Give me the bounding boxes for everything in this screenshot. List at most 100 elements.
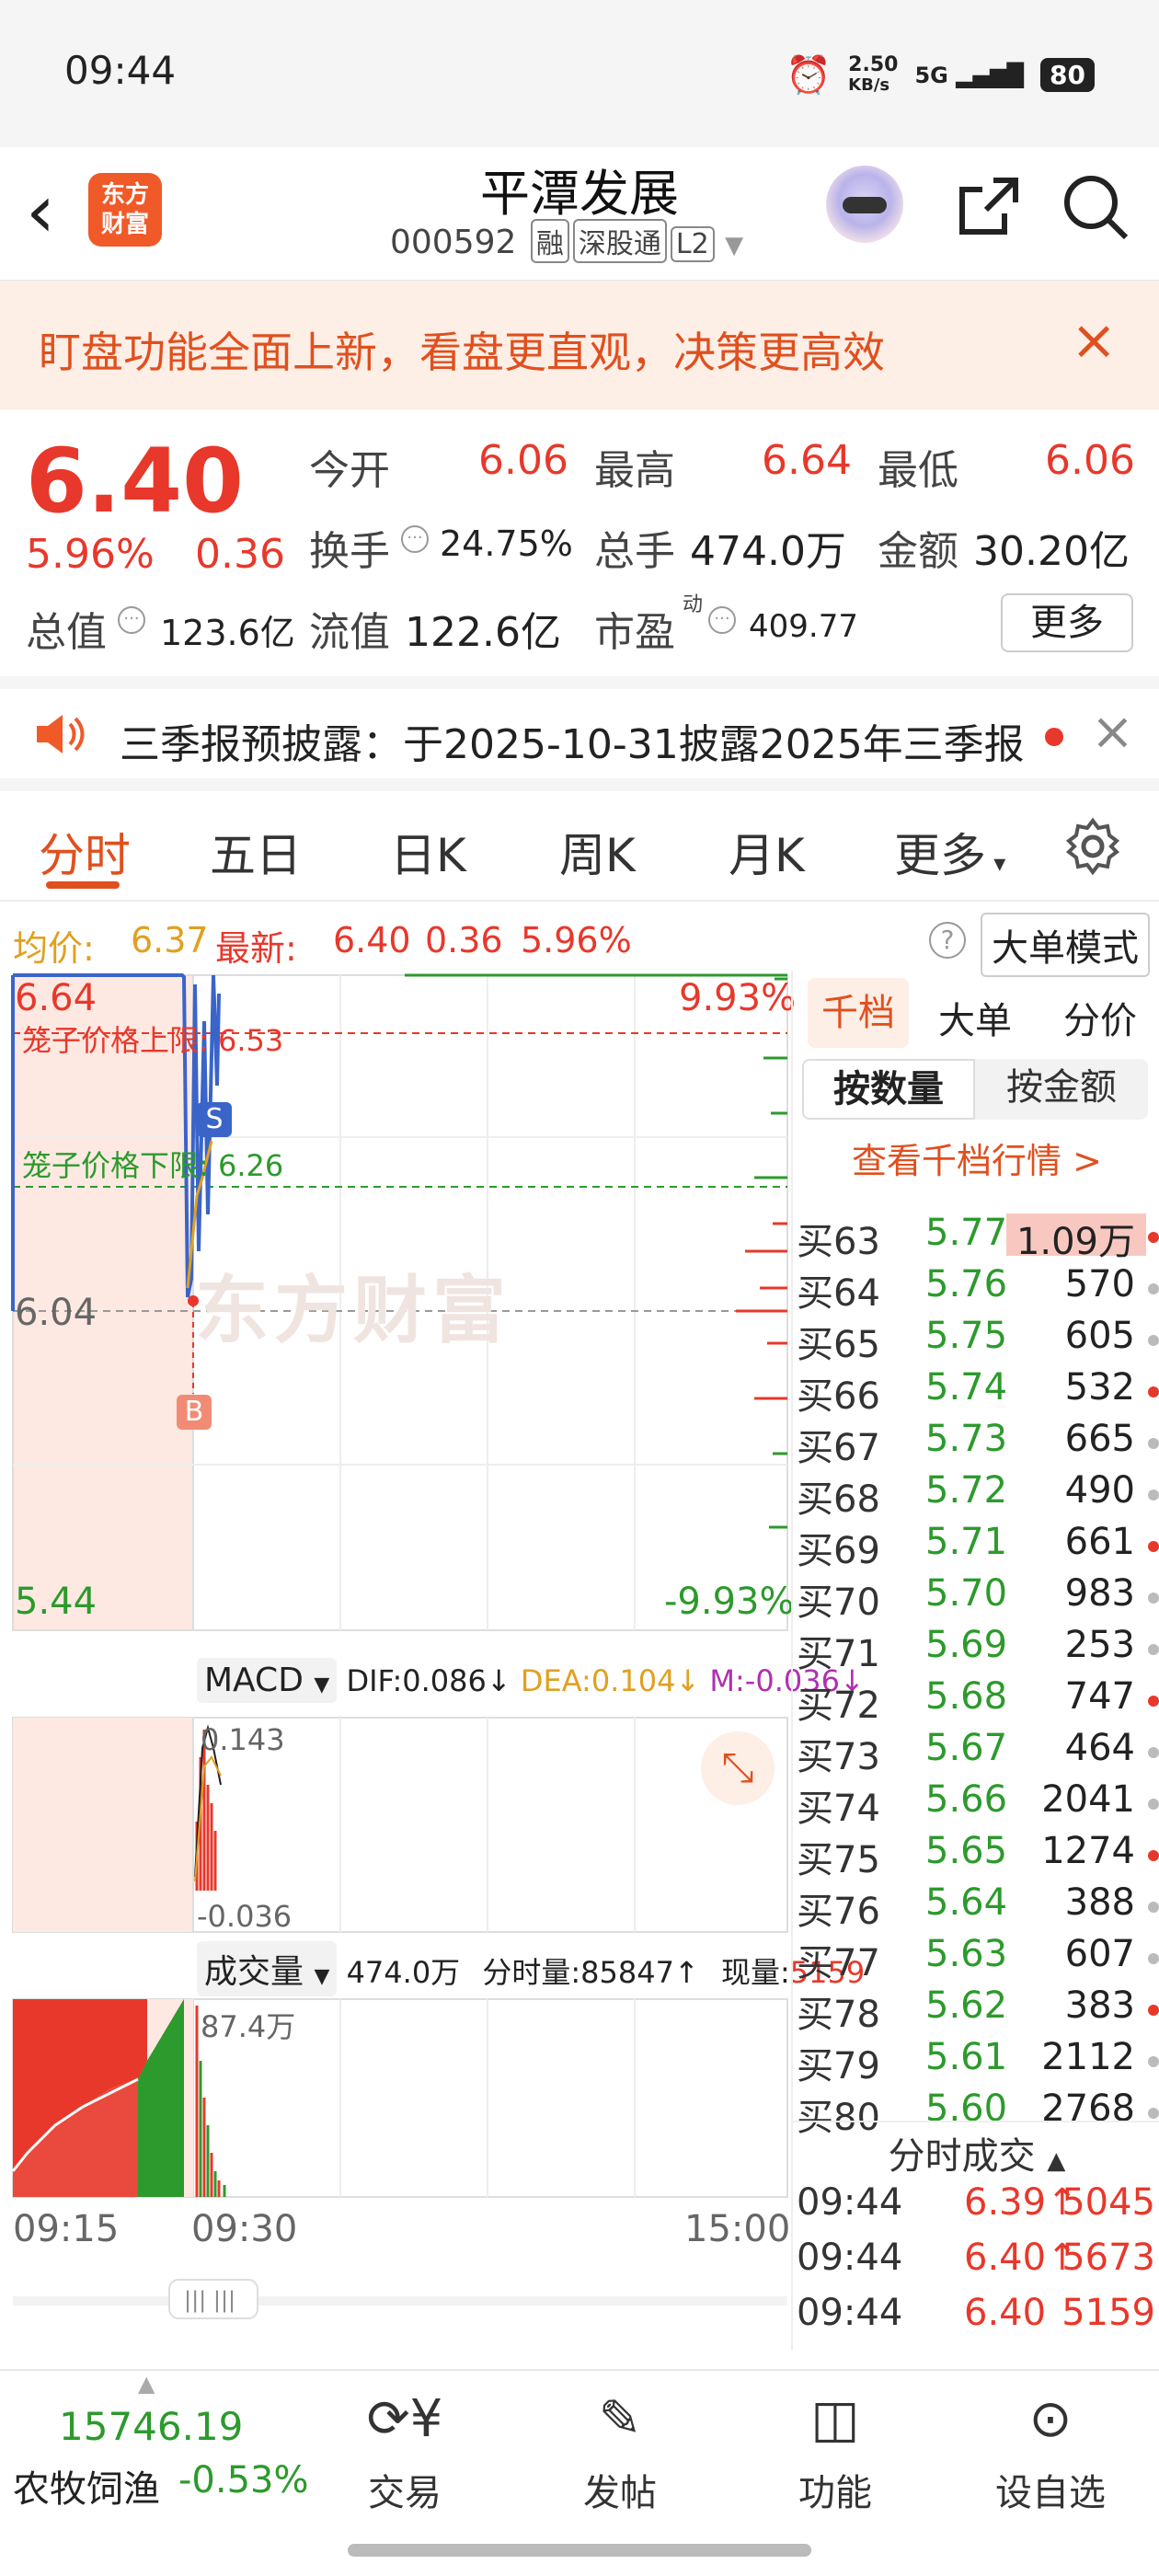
tab-more[interactable]: 更多 ▾	[894, 819, 1005, 885]
big-order-mode-button[interactable]: 大单模式	[981, 913, 1150, 977]
float-label: 流值	[309, 609, 390, 656]
notice-bar[interactable]: 三季报预披露：于2025-10-31披露2025年三季报 ×	[0, 676, 1159, 791]
order-dot	[1148, 2056, 1159, 2067]
bid-price: 5.64	[925, 1881, 1008, 1924]
signal-icon: 5G ▂▄▆█	[914, 62, 1025, 88]
svg-text:||| |||: ||| |||	[184, 2287, 235, 2313]
bid-price: 5.66	[925, 1778, 1008, 1821]
high-label: 最高	[594, 447, 675, 494]
open-label: 今开	[309, 447, 390, 494]
view-full-book-link[interactable]: 查看千档行情 >	[793, 1133, 1159, 1183]
info-icon[interactable]: ···	[708, 606, 736, 634]
bid-price: 5.74	[925, 1366, 1008, 1409]
nav-trade[interactable]: ⟳¥ 交易	[322, 2389, 488, 2516]
close-icon[interactable]: ×	[1071, 308, 1117, 373]
nav-post[interactable]: ✎ 发帖	[537, 2389, 703, 2516]
macd-selector[interactable]: MACD ▼	[197, 1658, 338, 1703]
stock-code-line[interactable]: 000592 融深股通 L2 ▼	[390, 219, 743, 263]
vol-axis-max: 87.4万	[201, 2009, 296, 2044]
share-icon[interactable]	[953, 173, 1023, 247]
bid-level: 买73	[797, 1736, 880, 1778]
pct-axis-top: 9.93%	[679, 977, 797, 1019]
order-dot	[1148, 1747, 1159, 1758]
promo-banner[interactable]: 盯盘功能全面上新，看盘更直观，决策更高效 ×	[0, 281, 1159, 409]
trade-row: 09:44 6.39 ↑ 5045	[793, 2181, 1159, 2233]
tab-big-order[interactable]: 大单	[938, 991, 1012, 1044]
tab-active-underline	[46, 881, 120, 889]
bid-volume: 605	[1064, 1315, 1135, 1357]
subtab-by-amount[interactable]: 按金额	[975, 1059, 1148, 1120]
bid-volume: 490	[1064, 1469, 1135, 1512]
tab-five-day[interactable]: 五日	[210, 819, 302, 885]
edit-icon: ✎	[598, 2389, 642, 2449]
bid-level: 买64	[797, 1272, 880, 1315]
tag-margin: 融	[530, 219, 569, 263]
order-book-row: 买69 5.71 661	[793, 1521, 1159, 1572]
order-book-row: 买73 5.67 464	[793, 1727, 1159, 1778]
tab-weekly-k[interactable]: 周K	[559, 819, 636, 885]
intraday-chart[interactable]: ||| ||| 6.64 9.93% 笼子价格上限: 6.53 笼子价格下限: …	[0, 902, 865, 2337]
tab-daily-k[interactable]: 日K	[390, 819, 466, 885]
trade-icon: ⟳¥	[366, 2389, 443, 2449]
bid-level: 买78	[797, 1994, 880, 2036]
tab-price-dist[interactable]: 分价	[1063, 991, 1137, 1044]
battery-icon: 80	[1040, 58, 1095, 92]
order-book-row: 买74 5.66 2041	[793, 1778, 1159, 1830]
nav-functions[interactable]: ◫ 功能	[752, 2389, 918, 2516]
bid-level: 买65	[797, 1324, 880, 1366]
order-book-row: 买75 5.65 1274	[793, 1830, 1159, 1881]
close-icon[interactable]: ×	[1091, 702, 1134, 762]
order-dot	[1148, 1541, 1159, 1552]
amount-value: 30.20亿	[973, 528, 1130, 575]
more-button[interactable]: 更多	[1001, 593, 1133, 652]
order-dot	[1148, 1644, 1159, 1655]
robot-avatar-icon[interactable]	[826, 166, 903, 243]
nav-add-watchlist[interactable]: ⊙ 设自选	[968, 2389, 1133, 2516]
volume-selector[interactable]: 成交量 ▼	[197, 1941, 338, 1996]
bid-price: 5.69	[925, 1624, 1008, 1666]
macd-axis-top: 0.143	[201, 1722, 285, 1757]
info-icon[interactable]: ···	[118, 606, 145, 634]
sell-marker[interactable]: S	[197, 1102, 232, 1137]
search-icon[interactable]	[1060, 171, 1133, 248]
subtab-by-quantity[interactable]: 按数量	[802, 1059, 975, 1120]
buy-marker[interactable]: B	[177, 1395, 212, 1430]
bid-level: 买69	[797, 1530, 880, 1572]
turnover-value: 24.75%	[440, 523, 573, 564]
order-dot	[1148, 1386, 1159, 1397]
dropdown-icon[interactable]: ▼	[725, 232, 743, 259]
alarm-icon: ⏰	[786, 54, 832, 97]
expand-icon[interactable]: ⤡	[701, 1731, 775, 1805]
tab-thousand-level[interactable]: 千档	[808, 978, 909, 1048]
trade-price: 6.39	[964, 2181, 1047, 2224]
vol-now-label: 现量:	[720, 1955, 790, 1990]
bid-price: 5.71	[925, 1521, 1008, 1563]
order-dot	[1148, 1438, 1159, 1449]
trade-volume: 5045	[1061, 2181, 1155, 2224]
home-indicator	[348, 2544, 811, 2557]
bid-price: 5.65	[925, 1830, 1008, 1872]
info-icon[interactable]: ···	[401, 525, 429, 553]
bid-volume: 661	[1064, 1521, 1135, 1563]
index-widget[interactable]: ▲ 15746.19 农牧饲渔 -0.53%	[0, 2371, 331, 2555]
volume-value: 474.0万	[690, 528, 846, 575]
order-book-panel: 千档 大单 分价 按数量 按金额 查看千档行情 > 买63 5.77 1.09万 买6…	[791, 971, 1159, 2351]
settings-icon[interactable]	[1063, 817, 1122, 880]
help-icon[interactable]: ?	[929, 922, 966, 959]
bid-price: 5.63	[925, 1933, 1008, 1975]
trades-header[interactable]: 分时成交 ▲	[793, 2121, 1159, 2179]
order-book-row: 买78 5.62 383	[793, 1984, 1159, 2036]
tag-hk-connect: 深股通	[572, 219, 667, 263]
order-dot	[1148, 1902, 1159, 1913]
bid-volume: 464	[1064, 1727, 1135, 1769]
stock-header: ‹ 东方 财富 平潭发展 000592 融深股通 L2 ▼	[0, 147, 1159, 281]
bid-price: 5.75	[925, 1315, 1008, 1357]
change-amount: 0.36	[195, 531, 285, 578]
order-dot	[1148, 2005, 1159, 2016]
amount-label: 金额	[878, 528, 958, 575]
open-value: 6.06	[478, 437, 568, 484]
bid-volume: 607	[1064, 1933, 1135, 1975]
net-speed: 2.50	[848, 52, 899, 76]
tab-monthly-k[interactable]: 月K	[729, 819, 805, 885]
tab-intraday[interactable]: 分时	[39, 819, 131, 885]
